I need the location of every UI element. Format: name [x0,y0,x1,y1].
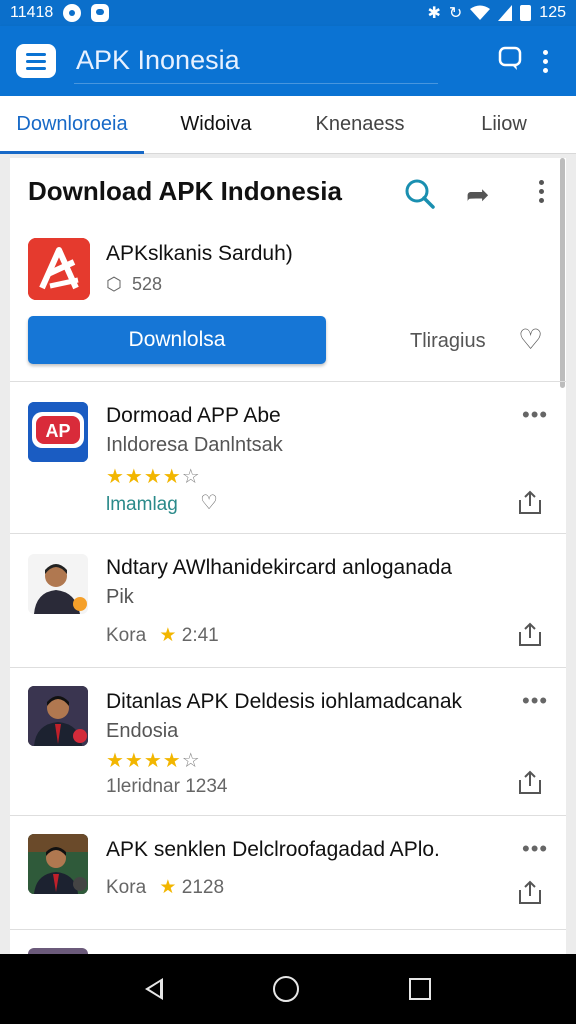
secondary-link[interactable]: Tliragius [410,330,486,353]
download-button[interactable]: Downlolsa [28,316,326,364]
notification-icon [63,4,82,22]
chat-icon[interactable] [490,45,530,78]
item-subtitle: Pik [106,586,134,608]
more-horiz-icon[interactable]: ••• [522,688,548,714]
share-arrow-icon[interactable]: ➦ [466,178,489,211]
app-thumbnail [28,686,88,746]
badge-icon: ♡ [200,492,218,514]
app-thumbnail [28,834,88,894]
app-bar-title[interactable]: APK Inonesia [74,38,438,84]
tab-4[interactable]: Liiow [432,96,576,153]
list-item[interactable]: AP Dormoad APP Abe Inldoresa Danlntsak ★… [10,382,566,534]
item-title: Ditanlas APK Deldesis iohlamadcanak [106,690,463,713]
app-thumbnail: AP [28,402,88,462]
list-item[interactable] [10,930,566,954]
list-item[interactable]: Ndtary AWlhanidekircard anloganada Pik K… [10,534,566,668]
more-vert-icon[interactable] [536,180,546,203]
search-icon[interactable] [402,176,438,212]
back-icon[interactable] [145,978,163,1000]
share-icon[interactable] [516,878,544,906]
tab-2[interactable]: Widoiva [144,96,288,153]
more-vert-icon[interactable] [530,49,560,73]
message-icon [91,4,110,22]
status-time: 11418 [10,4,54,21]
item-meta: Kora ★ 2:41 [106,625,219,646]
item-title: APK senklen Delclroofagadad APlo. [106,838,440,861]
recent-apps-icon[interactable] [409,978,431,1000]
list-item[interactable]: APK senklen Delclroofagadad APlo. Kora ★… [10,816,566,930]
rating-stars: ★★★★☆ [106,466,201,488]
page-title: Download APK Indonesia [28,176,342,206]
rating-stars: ★★★★☆ [106,750,201,772]
content-panel: Download APK Indonesia ➦ APKslkanis Sard… [10,158,566,954]
app-thumbnail [28,554,88,614]
signal-icon [498,5,513,21]
item-subtitle: Endosia [106,720,179,742]
item-title: Ndtary AWlhanidekircard anloganada [106,556,452,579]
wifi-icon [470,5,491,20]
app-bar: APK Inonesia [0,26,576,96]
battery-level: 125 [539,4,566,21]
more-horiz-icon[interactable]: ••• [522,836,548,862]
sync-icon: ↻ [448,5,463,22]
package-icon: ⬡ [106,274,122,294]
share-icon[interactable] [516,768,544,796]
bluetooth-icon: ✱ [427,5,441,22]
system-nav-bar [0,954,576,1024]
tab-bar: Downloroeia Widoiva Knenaess Liiow [0,96,576,154]
more-horiz-icon[interactable]: ••• [522,402,548,428]
item-meta: 1leridnar 1234 [106,776,228,797]
share-icon[interactable] [516,620,544,648]
svg-text:AP: AP [45,421,70,441]
featured-app-card: Download APK Indonesia ➦ APKslkanis Sard… [10,158,566,382]
item-meta: Kora ★ 2128 [106,877,225,898]
home-icon[interactable] [273,976,299,1002]
tab-downloads[interactable]: Downloroeia [0,96,144,154]
item-subtitle: Inldoresa Danlntsak [106,434,283,456]
menu-icon[interactable] [16,44,56,78]
app-size: 528 [132,274,163,294]
item-title: Dormoad APP Abe [106,404,281,427]
battery-icon [520,5,532,21]
share-icon[interactable] [516,488,544,516]
app-name: APKslkanis Sarduh) [106,242,293,265]
list-item[interactable]: Ditanlas APK Deldesis iohlamadcanak Endo… [10,668,566,816]
heart-icon[interactable]: ♡ [518,326,543,354]
item-meta: lmamlag [106,494,178,515]
tab-3[interactable]: Knenaess [288,96,432,153]
app-logo [28,238,90,300]
status-bar: 11418 ✱ ↻ 125 [0,0,576,26]
